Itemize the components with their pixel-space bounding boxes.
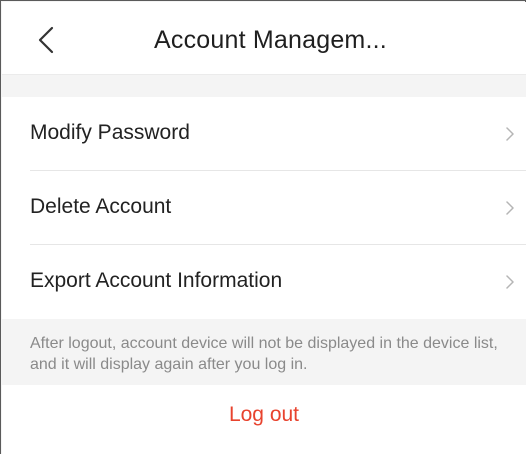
back-button[interactable] [30, 20, 70, 60]
chevron-right-icon [506, 201, 514, 215]
page-title: Account Managem... [154, 26, 387, 54]
section-gap [2, 75, 526, 97]
menu-item-delete-account[interactable]: Delete Account [2, 171, 526, 245]
menu-item-label: Delete Account [30, 195, 172, 218]
header-bar: Account Managem... [2, 2, 526, 74]
logout-button[interactable]: Log out [2, 403, 526, 427]
settings-menu: Modify Password Delete Account Export Ac… [2, 97, 526, 319]
chevron-right-icon [506, 275, 514, 289]
screen: Account Managem... Modify Password Delet… [0, 0, 526, 455]
menu-item-export-account-information[interactable]: Export Account Information [2, 245, 526, 319]
logout-note: After logout, account device will not be… [30, 335, 498, 373]
menu-item-label: Modify Password [30, 121, 190, 144]
chevron-left-icon [38, 26, 54, 54]
chevron-right-icon [506, 127, 514, 141]
menu-item-label: Export Account Information [30, 269, 283, 292]
logout-section: Log out [2, 385, 526, 455]
logout-note-section: After logout, account device will not be… [2, 319, 526, 385]
menu-item-modify-password[interactable]: Modify Password [2, 97, 526, 171]
